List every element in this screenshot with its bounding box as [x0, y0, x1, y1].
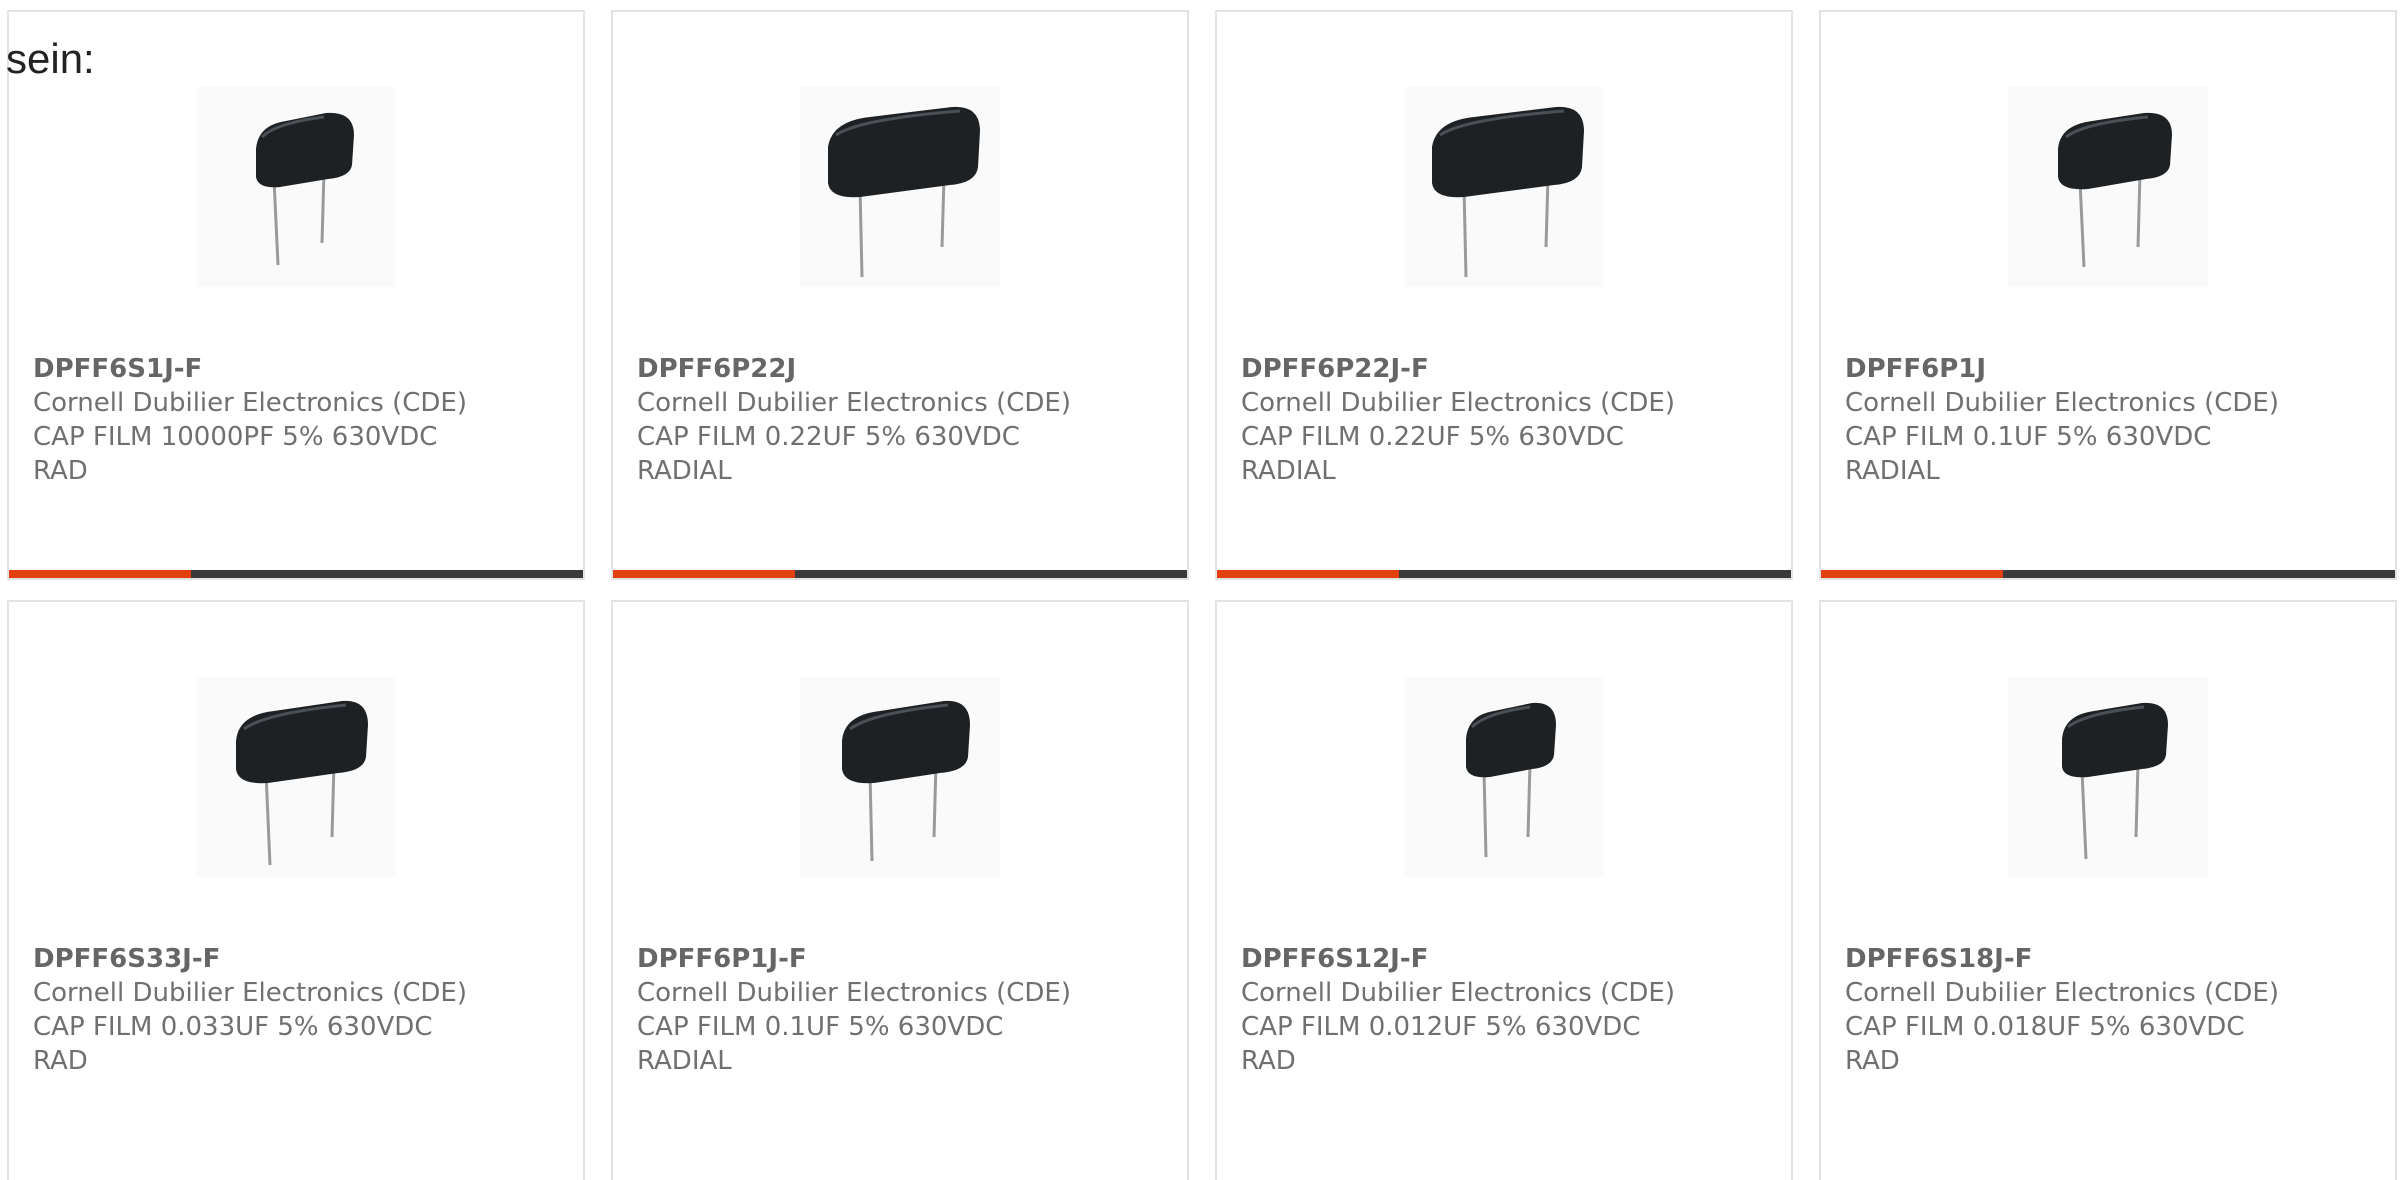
part-number-link[interactable]: DPFF6P1J-F [637, 942, 1167, 976]
description-cont: RADIAL [637, 1046, 732, 1076]
product-card[interactable]: DPFF6S33J-F Cornell Dubilier Electronics… [7, 600, 585, 1180]
product-info: DPFF6S33J-F Cornell Dubilier Electronics… [33, 942, 563, 1078]
description-cont: RAD [1845, 1046, 1900, 1076]
film-capacitor-image [2008, 87, 2208, 287]
description: CAP FILM 0.033UF 5% 630VDC [33, 1012, 433, 1042]
film-capacitor-image [196, 677, 396, 877]
film-capacitor-image [800, 87, 1000, 287]
product-image[interactable] [9, 82, 583, 292]
description-cont: RADIAL [637, 456, 732, 486]
description: CAP FILM 0.018UF 5% 630VDC [1845, 1012, 2245, 1042]
manufacturer: Cornell Dubilier Electronics (CDE) [1241, 388, 1675, 418]
part-number-link[interactable]: DPFF6S18J-F [1845, 942, 2375, 976]
card-bar [1217, 570, 1791, 578]
product-image[interactable] [613, 672, 1187, 882]
product-card[interactable]: DPFF6P1J Cornell Dubilier Electronics (C… [1819, 10, 2397, 580]
card-bar [1821, 570, 2395, 578]
product-card[interactable]: DPFF6S1J-F Cornell Dubilier Electronics … [7, 10, 585, 580]
manufacturer: Cornell Dubilier Electronics (CDE) [1845, 978, 2279, 1008]
manufacturer: Cornell Dubilier Electronics (CDE) [1845, 388, 2279, 418]
product-image[interactable] [1217, 672, 1791, 882]
film-capacitor-image [1404, 677, 1604, 877]
product-card[interactable]: DPFF6P1J-F Cornell Dubilier Electronics … [611, 600, 1189, 1180]
product-info: DPFF6P22J Cornell Dubilier Electronics (… [637, 352, 1167, 488]
product-image[interactable] [1821, 672, 2395, 882]
product-image[interactable] [1217, 82, 1791, 292]
product-card[interactable]: DPFF6P22J-F Cornell Dubilier Electronics… [1215, 10, 1793, 580]
description-cont: RAD [1241, 1046, 1296, 1076]
part-number-link[interactable]: DPFF6S33J-F [33, 942, 563, 976]
description: CAP FILM 10000PF 5% 630VDC [33, 422, 438, 452]
description: CAP FILM 0.1UF 5% 630VDC [637, 1012, 1004, 1042]
part-number-link[interactable]: DPFF6S12J-F [1241, 942, 1771, 976]
manufacturer: Cornell Dubilier Electronics (CDE) [33, 978, 467, 1008]
description-cont: RAD [33, 1046, 88, 1076]
product-image[interactable] [613, 82, 1187, 292]
card-bar-accent [9, 570, 191, 578]
manufacturer: Cornell Dubilier Electronics (CDE) [637, 978, 1071, 1008]
product-info: DPFF6P1J Cornell Dubilier Electronics (C… [1845, 352, 2375, 488]
product-image[interactable] [1821, 82, 2395, 292]
part-number-link[interactable]: DPFF6P1J [1845, 352, 2375, 386]
card-bar-accent [1821, 570, 2003, 578]
intro-text: sein: [6, 35, 95, 82]
film-capacitor-image [196, 87, 396, 287]
part-number-link[interactable]: DPFF6P22J [637, 352, 1167, 386]
product-info: DPFF6S18J-F Cornell Dubilier Electronics… [1845, 942, 2375, 1078]
product-info: DPFF6S1J-F Cornell Dubilier Electronics … [33, 352, 563, 488]
description-cont: RADIAL [1845, 456, 1940, 486]
manufacturer: Cornell Dubilier Electronics (CDE) [1241, 978, 1675, 1008]
card-bar [9, 570, 583, 578]
card-bar-accent [1217, 570, 1399, 578]
description: CAP FILM 0.1UF 5% 630VDC [1845, 422, 2212, 452]
card-bar [613, 570, 1187, 578]
description-cont: RAD [33, 456, 88, 486]
film-capacitor-image [1404, 87, 1604, 287]
description: CAP FILM 0.22UF 5% 630VDC [1241, 422, 1624, 452]
product-card[interactable]: DPFF6P22J Cornell Dubilier Electronics (… [611, 10, 1189, 580]
description: CAP FILM 0.012UF 5% 630VDC [1241, 1012, 1641, 1042]
film-capacitor-image [800, 677, 1000, 877]
product-card[interactable]: DPFF6S12J-F Cornell Dubilier Electronics… [1215, 600, 1793, 1180]
product-info: DPFF6P22J-F Cornell Dubilier Electronics… [1241, 352, 1771, 488]
card-bar-accent [613, 570, 795, 578]
product-card[interactable]: DPFF6S18J-F Cornell Dubilier Electronics… [1819, 600, 2397, 1180]
description: CAP FILM 0.22UF 5% 630VDC [637, 422, 1020, 452]
product-info: DPFF6P1J-F Cornell Dubilier Electronics … [637, 942, 1167, 1078]
part-number-link[interactable]: DPFF6S1J-F [33, 352, 563, 386]
film-capacitor-image [2008, 677, 2208, 877]
manufacturer: Cornell Dubilier Electronics (CDE) [637, 388, 1071, 418]
description-cont: RADIAL [1241, 456, 1336, 486]
product-info: DPFF6S12J-F Cornell Dubilier Electronics… [1241, 942, 1771, 1078]
part-number-link[interactable]: DPFF6P22J-F [1241, 352, 1771, 386]
manufacturer: Cornell Dubilier Electronics (CDE) [33, 388, 467, 418]
product-image[interactable] [9, 672, 583, 882]
